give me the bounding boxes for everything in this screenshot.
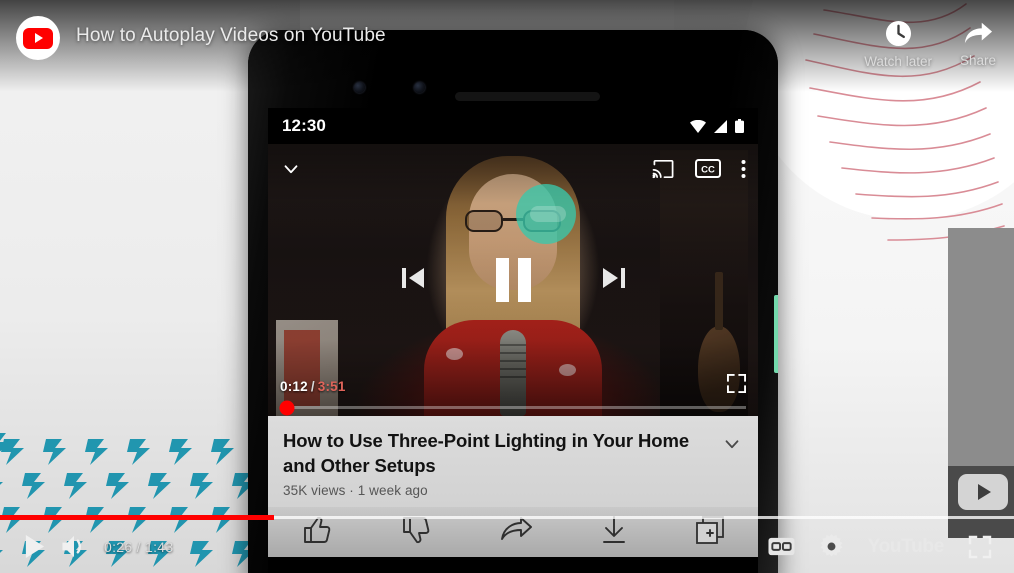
- player-controls: 0:26 / 1:43 YouTube: [0, 520, 1014, 573]
- play-badge-icon[interactable]: [958, 474, 1008, 510]
- cast-icon[interactable]: [652, 159, 675, 184]
- inner-player-center-controls: [268, 258, 758, 302]
- youtube-logo-icon[interactable]: [16, 16, 60, 60]
- touch-indicator: [516, 184, 576, 244]
- fullscreen-icon[interactable]: [727, 374, 746, 398]
- watch-later-label: Watch later: [864, 54, 932, 69]
- phone-mockup: 12:30 CC 0:12 / 3:51 How to Use Three-Po…: [248, 30, 778, 573]
- cell-signal-icon: [714, 119, 727, 133]
- status-bar-icons: [690, 119, 744, 133]
- chevron-down-icon[interactable]: [721, 429, 743, 460]
- power-button[interactable]: [774, 295, 778, 373]
- volume-high-icon: [62, 535, 81, 558]
- volume-button[interactable]: [54, 527, 94, 567]
- inner-player-time: 0:12/3:51: [280, 379, 346, 394]
- inner-current-time: 0:12: [280, 378, 308, 394]
- phone-screen: 12:30 CC 0:12 / 3:51 How to Use Three-Po…: [268, 108, 758, 573]
- inner-duration: 3:51: [317, 378, 346, 394]
- play-icon: [25, 535, 44, 558]
- status-bar-clock: 12:30: [282, 116, 326, 135]
- fullscreen-icon: [968, 535, 992, 558]
- previous-track-icon[interactable]: [400, 264, 426, 297]
- pause-icon[interactable]: [495, 258, 531, 302]
- captions-button[interactable]: [762, 527, 802, 567]
- time-display: 0:26 / 1:43: [104, 538, 174, 555]
- inner-player-top-controls: CC: [268, 154, 758, 188]
- watch-later-button[interactable]: Watch later: [864, 20, 932, 69]
- top-actions: Watch later Share: [864, 16, 996, 69]
- youtube-video-player[interactable]: 12:30 CC 0:12 / 3:51 How to Use Three-Po…: [0, 0, 1014, 573]
- inner-time-separator: /: [310, 378, 315, 394]
- inner-video-title: How to Use Three-Point Lighting in Your …: [283, 430, 690, 476]
- closed-captions-icon[interactable]: CC: [695, 159, 721, 183]
- android-status-bar: 12:30: [268, 108, 758, 144]
- inner-player-bottom-controls: 0:12/3:51: [268, 372, 758, 416]
- settings-button[interactable]: [812, 527, 852, 567]
- wifi-icon: [690, 119, 706, 133]
- clock-icon: [885, 20, 911, 47]
- inner-seek-handle[interactable]: [279, 400, 295, 415]
- play-button[interactable]: [14, 527, 54, 567]
- player-top-bar: How to Autoplay Videos on YouTube Watch …: [0, 0, 1014, 86]
- inner-video-stats: 35K views · 1 week ago: [283, 483, 428, 499]
- fullscreen-button[interactable]: [960, 527, 1000, 567]
- next-track-icon[interactable]: [601, 264, 627, 297]
- earpiece-speaker: [455, 92, 600, 101]
- battery-icon: [735, 119, 744, 133]
- inner-video-surface[interactable]: CC 0:12 / 3:51: [268, 144, 758, 416]
- share-arrow-icon: [964, 22, 993, 44]
- youtube-wordmark[interactable]: YouTube: [862, 536, 950, 558]
- closed-captions-icon: [768, 537, 795, 556]
- kebab-menu-icon[interactable]: [741, 159, 746, 184]
- share-button[interactable]: Share: [960, 20, 996, 69]
- player-bottom-chrome: 0:26 / 1:43 YouTube: [0, 515, 1014, 573]
- gear-icon: [820, 534, 843, 557]
- inner-player-seek-bar[interactable]: [279, 400, 746, 415]
- svg-text:CC: CC: [701, 165, 715, 176]
- chevron-down-icon[interactable]: [280, 158, 302, 185]
- video-meta-panel: How to Use Three-Point Lighting in Your …: [268, 416, 758, 508]
- share-label: Share: [959, 53, 996, 68]
- page-title: How to Autoplay Videos on YouTube: [76, 25, 386, 46]
